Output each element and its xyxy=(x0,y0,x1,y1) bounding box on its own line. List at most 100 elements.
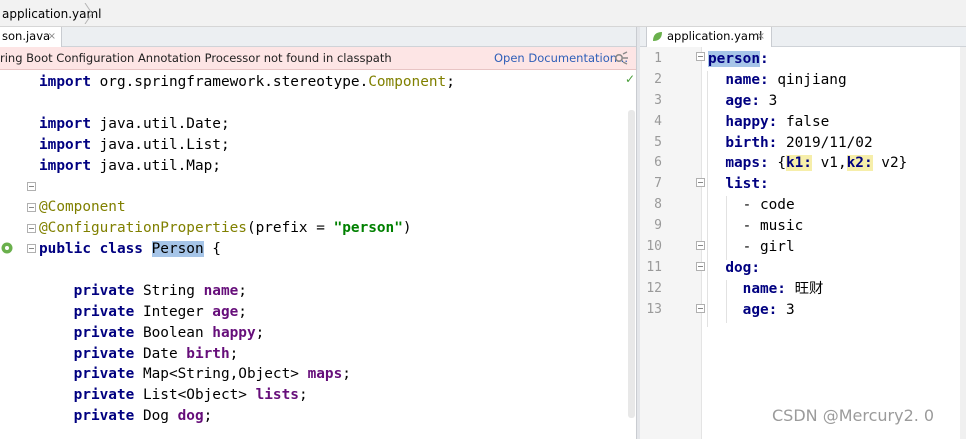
code-token: Boolean xyxy=(134,324,213,341)
code-token: maps: xyxy=(725,155,769,172)
code-token: private xyxy=(73,387,135,404)
code-token: List<Object> xyxy=(134,387,256,404)
code-token: ; xyxy=(238,303,247,320)
code-token: age xyxy=(212,303,239,320)
code-token: v1, xyxy=(811,155,847,172)
java-code-line: private String name; xyxy=(39,281,455,302)
code-token: (prefix = xyxy=(246,220,334,237)
code-token: private xyxy=(73,303,135,320)
code-token: qinjiang xyxy=(768,71,847,88)
yaml-code-line: list: xyxy=(708,174,907,195)
line-number: 9 xyxy=(654,218,662,234)
java-code-line: @ConfigurationProperties(prefix = "perso… xyxy=(39,218,455,239)
open-documentation-link[interactable]: Open Documentation... xyxy=(494,47,628,69)
close-tab-icon[interactable]: × xyxy=(48,27,56,46)
code-token: public class xyxy=(39,241,152,258)
line-number: 2 xyxy=(654,71,662,87)
fold-icon[interactable] xyxy=(696,178,705,187)
code-token: dog: xyxy=(725,259,760,276)
code-token: dog xyxy=(177,408,204,425)
line-number: 11 xyxy=(646,259,662,275)
java-code-line: import org.springframework.stereotype.Co… xyxy=(39,72,455,93)
code-token: 2019/11/02 xyxy=(777,134,873,151)
java-editor[interactable]: ✓ import org.springframework.stereotype.… xyxy=(0,70,636,439)
code-token: age: xyxy=(725,92,760,109)
line-numbers: 1 2 3 4 5 6 7 8 9 10 11 12 13 xyxy=(640,49,662,321)
fold-icon[interactable] xyxy=(27,182,36,191)
code-token: 3 xyxy=(777,301,795,318)
code-token: name: xyxy=(742,280,786,297)
yaml-editor[interactable]: 1 2 3 4 5 6 7 8 9 10 11 12 13 person: name: qinjiang… xyxy=(640,47,966,439)
line-number: 5 xyxy=(654,134,662,150)
tab-application-yaml[interactable]: application.yaml × xyxy=(646,27,772,47)
fold-icon[interactable] xyxy=(696,304,705,313)
yaml-code-line: - girl xyxy=(708,237,907,258)
fold-icon[interactable] xyxy=(27,224,36,233)
vertical-scrollbar[interactable] xyxy=(960,47,966,439)
code-token: @Component xyxy=(39,199,126,216)
code-token: org.springframework.stereotype. xyxy=(90,74,369,90)
settings-icon[interactable] xyxy=(614,51,629,65)
line-number: 12 xyxy=(646,280,662,296)
code-token: k2: xyxy=(846,155,873,172)
tab-label: son.java xyxy=(2,29,51,43)
line-number: 8 xyxy=(654,197,662,213)
java-code-line: private Integer age; xyxy=(39,302,455,323)
code-token: ; xyxy=(446,74,455,90)
java-code-line: @Component xyxy=(39,197,455,218)
spring-leaf-icon xyxy=(653,32,662,41)
fold-icon[interactable] xyxy=(696,52,705,61)
code-token: private xyxy=(73,345,135,362)
code-token: - code xyxy=(708,197,795,214)
yaml-code-line: - code xyxy=(708,195,907,216)
code-token: v2} xyxy=(872,155,908,172)
line-number: 1 xyxy=(654,51,662,66)
vertical-scrollbar[interactable] xyxy=(628,110,635,418)
tab-label: application.yaml xyxy=(667,29,763,43)
code-token: age: xyxy=(742,301,778,318)
line-number: 13 xyxy=(646,301,662,317)
code-token: false xyxy=(777,113,830,130)
java-code-line: import java.util.Date; xyxy=(39,114,455,135)
code-token: lists xyxy=(255,387,299,404)
code-token: Person xyxy=(151,241,204,258)
yaml-code-line: age: 3 xyxy=(708,300,907,321)
code-token: { xyxy=(203,241,221,258)
spring-bean-icon[interactable] xyxy=(0,240,14,256)
code-token: person xyxy=(708,51,760,67)
code-token: Component xyxy=(368,74,447,90)
tab-person-java[interactable]: son.java × xyxy=(0,27,62,47)
yaml-code-line: - music xyxy=(708,216,907,237)
line-number: 10 xyxy=(646,239,662,255)
java-code-line: private Dog dog; xyxy=(39,406,455,427)
annotation-processor-warning: ring Boot Configuration Annotation Proce… xyxy=(0,47,636,70)
code-token: Map<String,Object> xyxy=(134,366,308,383)
line-number: 4 xyxy=(654,113,662,129)
code-token: maps xyxy=(307,366,343,383)
fold-icon[interactable] xyxy=(27,203,36,212)
code-token: import xyxy=(39,115,91,132)
fold-icon[interactable] xyxy=(696,241,705,250)
line-number: 6 xyxy=(654,155,662,171)
code-token: Date xyxy=(134,345,187,362)
code-token: Dog xyxy=(134,408,178,425)
code-token: ; xyxy=(298,387,308,404)
fold-icon[interactable] xyxy=(27,244,36,253)
code-token: birth: xyxy=(725,134,778,151)
code-token: java.util.Map; xyxy=(90,157,221,174)
code-token: happy xyxy=(212,324,256,341)
yaml-code-line: birth: 2019/11/02 xyxy=(708,133,907,154)
fold-icon[interactable] xyxy=(696,262,705,271)
code-token: private xyxy=(73,366,135,383)
code-token: ; xyxy=(342,366,351,383)
close-tab-icon[interactable]: × xyxy=(757,27,765,46)
no-problems-check-icon[interactable]: ✓ xyxy=(625,72,635,86)
